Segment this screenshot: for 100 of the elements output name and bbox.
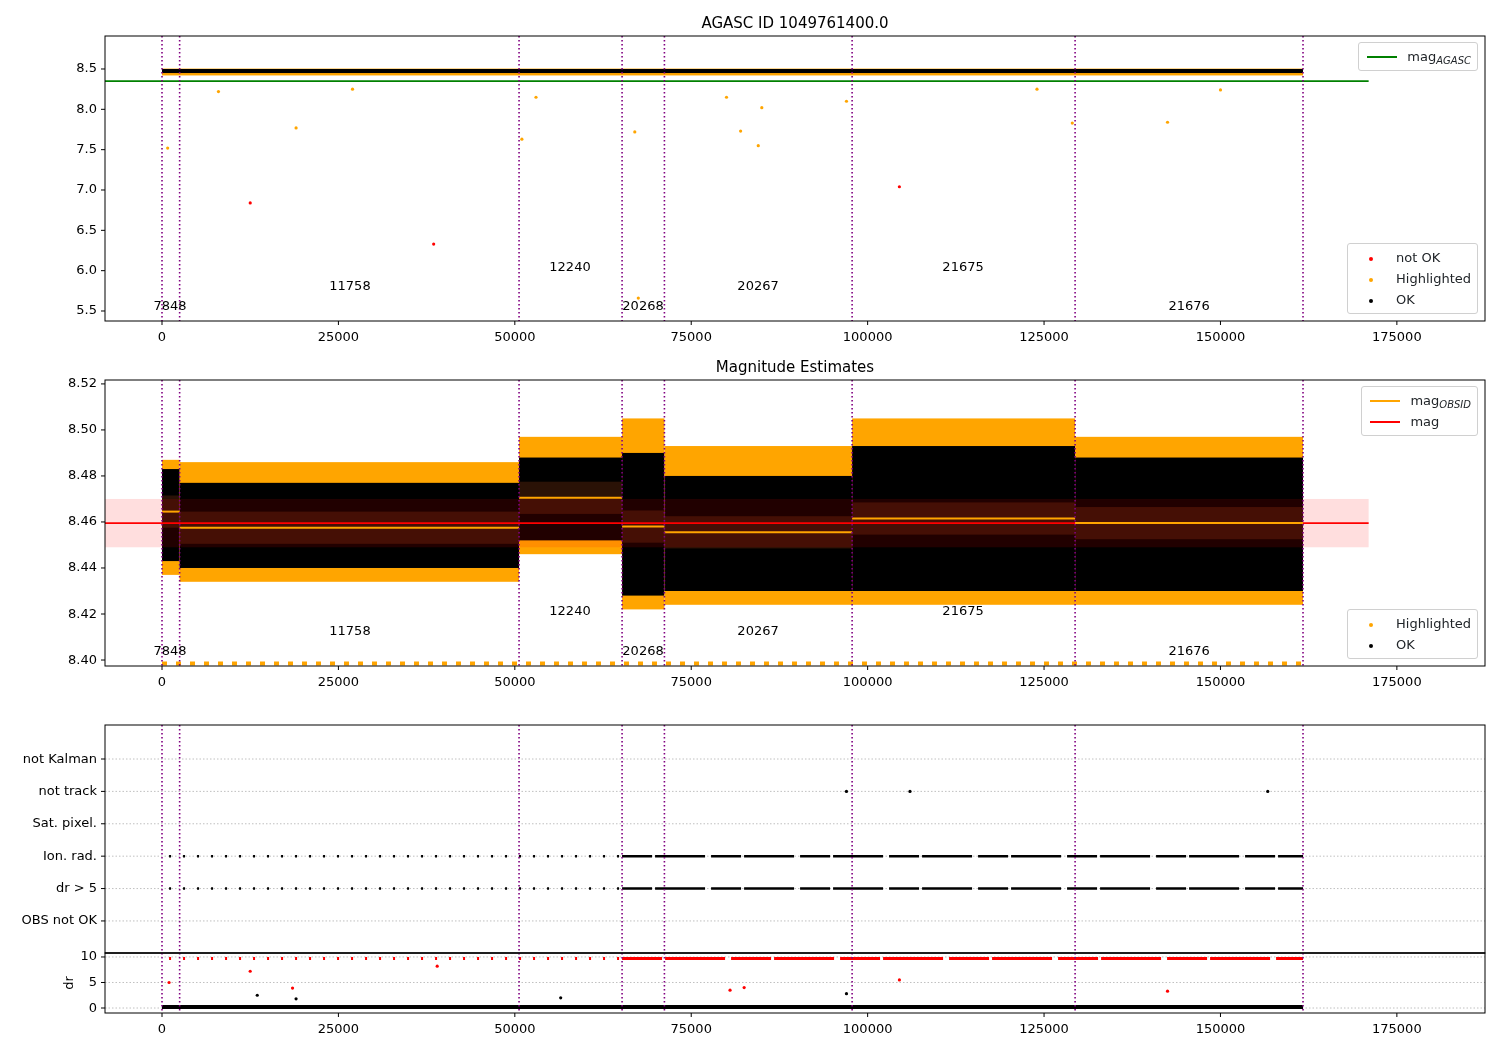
- tick-label: Ion. rad.: [43, 847, 97, 863]
- chart-title: Magnitude Estimates: [715, 358, 875, 376]
- tick-label: 125000: [1019, 674, 1069, 689]
- data-point: [1165, 989, 1170, 993]
- tick-label: 8.5: [76, 60, 97, 76]
- obsid-label: 11758: [329, 278, 371, 294]
- tick-label: 8.50: [68, 421, 97, 437]
- data-point: [728, 988, 732, 992]
- tick-label: 25000: [317, 674, 360, 689]
- data-point: [760, 106, 764, 110]
- tick-label: 8.40: [68, 651, 97, 667]
- tick-label: 50000: [494, 329, 536, 344]
- tick-label: not track: [38, 782, 97, 798]
- tick-label: 25000: [317, 329, 360, 344]
- tick-label: 50000: [494, 1021, 536, 1036]
- tick-label: 8.44: [68, 559, 97, 575]
- data-point: [294, 997, 298, 1001]
- tick-label: 175000: [1372, 329, 1422, 344]
- tick-label: 5.5: [76, 302, 97, 318]
- tick-label: 75000: [670, 1021, 712, 1036]
- tick-label: 125000: [1019, 1021, 1069, 1036]
- data-point: [216, 90, 221, 94]
- tick-label: 100000: [842, 329, 893, 344]
- tick-label: 6.0: [76, 262, 97, 278]
- tick-label: 100000: [842, 674, 893, 689]
- data-point: [534, 95, 538, 99]
- legend-label: OK: [1396, 636, 1415, 654]
- data-point: [897, 978, 901, 982]
- tick-label: 0: [157, 1021, 167, 1036]
- obsid-label: 12240: [549, 258, 591, 274]
- tick-label: dr > 5: [55, 880, 97, 896]
- data-point: [756, 144, 760, 148]
- tick-label: 150000: [1195, 329, 1246, 344]
- tick-label: 175000: [1372, 1021, 1422, 1036]
- data-point: [248, 969, 252, 973]
- obsid-label: 7848: [153, 298, 187, 314]
- data-point: [1218, 88, 1223, 92]
- obsid-label: 20268: [622, 298, 664, 314]
- obsid-label: 7848: [153, 643, 187, 659]
- tick-label: 7.5: [76, 141, 97, 157]
- tick-label: OBS not OK: [21, 912, 97, 928]
- tick-label: 175000: [1372, 674, 1422, 689]
- tick-label: 8.52: [68, 375, 97, 391]
- tick-label: 125000: [1019, 329, 1069, 344]
- data-point: [636, 296, 640, 300]
- obsid-label: 20267: [737, 623, 779, 639]
- axis-label: dr: [60, 976, 76, 990]
- tick-label: 8.0: [76, 100, 97, 116]
- data-point: [724, 95, 729, 99]
- data-point: [742, 986, 746, 990]
- tick-label: 150000: [1195, 674, 1246, 689]
- data-point: [1070, 121, 1074, 125]
- tick-label: 8.46: [68, 513, 97, 529]
- legend-label: mag$_{AGASC}$: [1407, 48, 1471, 67]
- chart-title: AGASC ID 1049761400.0: [701, 14, 889, 32]
- legend-label: Highlighted: [1396, 270, 1471, 288]
- tick-label: 25000: [317, 1021, 360, 1036]
- tick-label: 150000: [1195, 1021, 1246, 1036]
- series-line: [161, 510, 181, 513]
- tick-label: 6.5: [76, 221, 97, 237]
- tick-label: not Kalman: [22, 750, 97, 766]
- tick-label: 7.0: [76, 181, 97, 197]
- data-point: [290, 986, 295, 990]
- tick-label: 10: [80, 948, 97, 964]
- obsid-label: 11758: [329, 623, 371, 639]
- tick-label: 75000: [670, 674, 712, 689]
- tick-label: 0: [157, 674, 167, 689]
- legend-label: Highlighted: [1396, 615, 1471, 633]
- data-point: [520, 137, 524, 141]
- data-point: [1266, 789, 1270, 793]
- obsid-label: 21675: [942, 603, 984, 619]
- tick-label: 8.42: [68, 605, 97, 621]
- legend-label: mag$_{OBSID}$: [1410, 392, 1471, 411]
- data-point: [248, 201, 252, 205]
- legend-label: mag: [1410, 413, 1440, 431]
- obsid-label: 20267: [737, 278, 779, 294]
- data-point: [844, 789, 849, 793]
- obsid-label: 21676: [1168, 298, 1210, 314]
- obsid-label: 21675: [942, 258, 984, 274]
- y-axis: [100, 956, 106, 1009]
- data-point: [897, 185, 901, 189]
- tick-label: 8.48: [68, 467, 97, 483]
- legend-label: OK: [1396, 291, 1415, 309]
- data-point: [255, 993, 259, 997]
- obsid-label: 20268: [622, 643, 664, 659]
- tick-label: 0: [157, 329, 167, 344]
- tick-label: 100000: [842, 1021, 893, 1036]
- tick-label: 50000: [494, 674, 536, 689]
- data-point: [739, 129, 743, 133]
- data-point: [908, 789, 912, 793]
- data-point: [432, 242, 436, 246]
- data-point: [1165, 120, 1170, 124]
- data-point: [559, 996, 563, 1000]
- tick-label: 0: [88, 999, 97, 1015]
- data-point: [166, 146, 170, 150]
- obsid-label: 12240: [549, 603, 591, 619]
- data-point: [167, 980, 171, 985]
- data-point: [350, 87, 355, 91]
- tick-label: Sat. pixel.: [32, 815, 97, 831]
- tick-label: 75000: [670, 329, 712, 344]
